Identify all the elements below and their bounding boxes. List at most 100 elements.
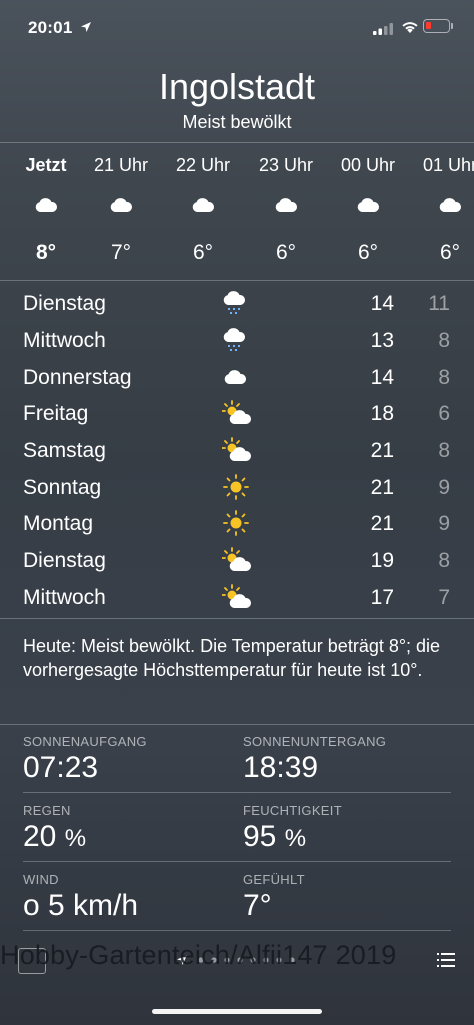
day-low: 9	[438, 512, 450, 535]
day-high: 18	[370, 402, 394, 425]
humidity-value: 95 %	[243, 820, 306, 854]
cloud-icon	[192, 198, 215, 212]
hourly-item: 21 Uhr 7°	[86, 155, 156, 275]
divider	[23, 861, 451, 862]
daily-row: Freitag 18 6	[0, 395, 474, 431]
day-high: 21	[370, 512, 394, 535]
rain-unit: %	[64, 825, 87, 852]
home-indicator[interactable]	[152, 1009, 322, 1014]
day-low: 9	[438, 476, 450, 499]
wifi-icon	[402, 22, 418, 33]
hour-label: Jetzt	[25, 155, 67, 175]
partly-sunny-icon	[222, 400, 252, 424]
battery-tip	[451, 23, 453, 29]
sunrise-label: SONNENAUFGANG	[23, 734, 147, 749]
day-name: Dienstag	[23, 549, 106, 572]
rain-cloud-icon	[223, 328, 246, 351]
current-condition: Meist bewölkt	[182, 112, 292, 132]
day-low: 8	[438, 366, 450, 389]
cellular-signal-icon	[373, 23, 393, 35]
cloud-icon	[224, 370, 247, 384]
sun-icon	[223, 474, 249, 500]
day-name: Dienstag	[23, 292, 106, 315]
hour-temp: 6°	[439, 241, 461, 264]
feels-like-label: GEFÜHLT	[243, 872, 305, 887]
location-arrow-icon	[81, 22, 91, 32]
rain-label: REGEN	[23, 803, 71, 818]
day-name: Mittwoch	[23, 586, 106, 609]
day-name: Mittwoch	[23, 329, 106, 352]
wind-label: WIND	[23, 872, 59, 887]
divider	[23, 930, 451, 931]
hourly-item: 00 Uhr 6°	[333, 155, 403, 275]
divider	[23, 792, 451, 793]
sunset-label: SONNENUNTERGANG	[243, 734, 387, 749]
day-name: Samstag	[23, 439, 106, 462]
hour-label: 21 Uhr	[93, 155, 149, 175]
divider	[0, 280, 474, 281]
day-name: Donnerstag	[23, 366, 132, 389]
divider	[0, 724, 474, 725]
day-high: 19	[370, 549, 394, 572]
hour-label: 22 Uhr	[175, 155, 231, 175]
day-high: 21	[370, 476, 394, 499]
day-low: 8	[438, 549, 450, 572]
hour-temp: 6°	[357, 241, 379, 264]
watermark: Hobby-Gartenteich/Alfii147 2019	[0, 940, 397, 970]
hour-temp: 7°	[110, 241, 132, 264]
day-high: 21	[370, 439, 394, 462]
day-name: Montag	[23, 512, 94, 535]
rain-cloud-icon	[223, 291, 246, 314]
rain-number: 20	[23, 820, 57, 853]
hourly-item: Jetzt 8°	[11, 155, 81, 275]
daily-row: Dienstag 14 11	[0, 285, 474, 321]
humidity-unit: %	[284, 825, 307, 852]
sunrise-value: 07:23	[23, 751, 99, 784]
hour-temp: 8°	[35, 241, 57, 264]
daily-row: Mittwoch 17 7	[0, 579, 474, 615]
hour-temp: 6°	[275, 241, 297, 264]
day-low: 11	[428, 292, 450, 315]
sunset-value: 18:39	[243, 751, 319, 784]
battery-icon	[423, 19, 450, 33]
status-bar: 20:01	[0, 0, 474, 48]
cloud-icon	[35, 198, 58, 212]
hourly-forecast[interactable]: Jetzt 8° 21 Uhr 7° 22 Uhr 6° 23 Uhr 6° 0…	[0, 142, 474, 280]
cloud-icon	[357, 198, 380, 212]
cloud-icon	[275, 198, 298, 212]
status-time: 20:01	[28, 18, 73, 37]
hour-label: 01 Uhr	[422, 155, 474, 175]
hour-temp: 6°	[192, 241, 214, 264]
feels-like-value: 7°	[243, 889, 272, 922]
city-name: Ingolstadt	[158, 66, 316, 107]
hourly-item: 01 Uhr 6°	[415, 155, 474, 275]
hour-label: 23 Uhr	[258, 155, 314, 175]
daily-row: Mittwoch 13 8	[0, 322, 474, 358]
day-high: 14	[370, 366, 394, 389]
daily-row: Dienstag 19 8	[0, 542, 474, 578]
partly-sunny-icon	[222, 437, 252, 461]
daily-row: Montag 21 9	[0, 505, 474, 541]
daily-row: Sonntag 21 9	[0, 469, 474, 505]
daily-row: Samstag 21 8	[0, 432, 474, 468]
wind-value: o 5 km/h	[23, 889, 139, 922]
humidity-label: FEUCHTIGKEIT	[243, 803, 342, 818]
hourly-item: 23 Uhr 6°	[251, 155, 321, 275]
hour-label: 00 Uhr	[340, 155, 396, 175]
hourly-item: 22 Uhr 6°	[168, 155, 238, 275]
daily-row: Donnerstag 14 8	[0, 359, 474, 395]
cloud-icon	[439, 198, 462, 212]
humidity-number: 95	[243, 820, 277, 853]
day-high: 14	[370, 292, 394, 315]
day-name: Freitag	[23, 402, 89, 425]
day-low: 7	[438, 586, 450, 609]
day-low: 6	[438, 402, 450, 425]
partly-sunny-icon	[222, 584, 252, 608]
day-low: 8	[438, 329, 450, 352]
day-name: Sonntag	[23, 476, 102, 499]
day-high: 17	[370, 586, 394, 609]
partly-sunny-icon	[222, 547, 252, 571]
rain-value: 20 %	[23, 820, 86, 854]
cloud-icon	[110, 198, 133, 212]
day-high: 13	[370, 329, 394, 352]
